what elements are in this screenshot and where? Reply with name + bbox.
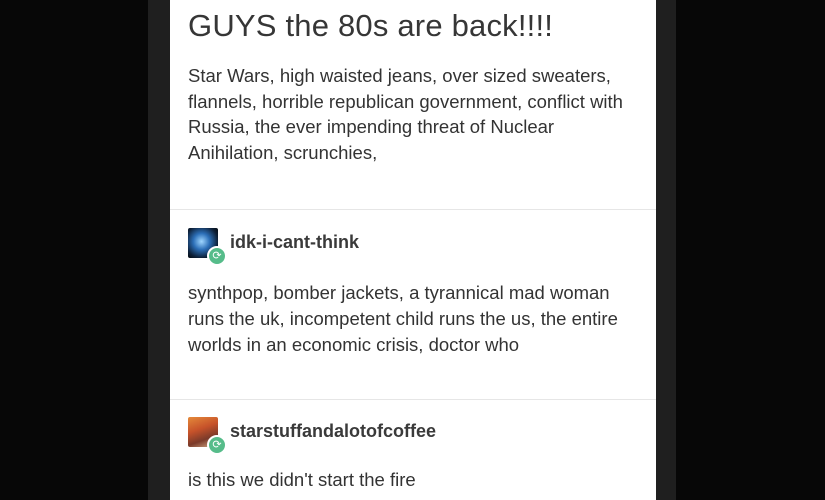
divider [170, 209, 656, 210]
reblog-username[interactable]: idk-i-cant-think [230, 232, 359, 253]
phone-bezel-left [148, 0, 170, 500]
phone-bezel-right [656, 0, 676, 500]
reblog-icon: ⟳ [207, 246, 227, 266]
reblog-username[interactable]: starstuffandalotofcoffee [230, 421, 436, 442]
letterbox-left [0, 0, 148, 500]
post-card: GUYS the 80s are back!!!! Star Wars, hig… [170, 0, 656, 500]
post-title: GUYS the 80s are back!!!! [188, 8, 554, 43]
post-body: Star Wars, high waisted jeans, over size… [188, 65, 623, 163]
letterbox-right [676, 0, 825, 500]
reblog-text: is this we didn't start the fire [188, 469, 416, 490]
divider [170, 399, 656, 400]
screenshot-frame: GUYS the 80s are back!!!! Star Wars, hig… [0, 0, 825, 500]
reblog-text: synthpop, bomber jackets, a tyrannical m… [188, 282, 618, 355]
reblog-icon: ⟳ [207, 435, 227, 455]
